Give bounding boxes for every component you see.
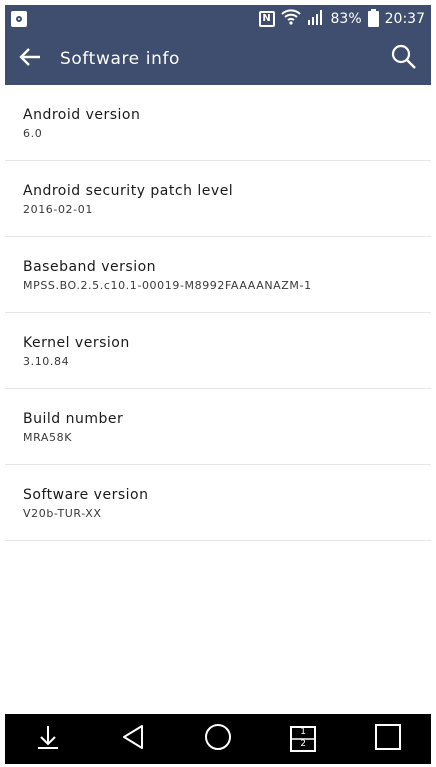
arrow-left-icon xyxy=(18,47,42,71)
wifi-icon xyxy=(280,9,301,29)
item-value: V20b-TUR-XX xyxy=(23,507,102,520)
nav-home-button[interactable] xyxy=(188,714,248,764)
page-title: Software info xyxy=(60,49,181,69)
list-item-software-version[interactable]: Software version V20b-TUR-XX xyxy=(5,465,431,541)
home-icon xyxy=(204,723,232,755)
signal-icon xyxy=(307,9,325,29)
item-value: 3.10.84 xyxy=(23,355,70,368)
nav-back-button[interactable] xyxy=(103,714,163,764)
dual-window-label-bottom: 2 xyxy=(300,739,307,749)
nav-dual-window-button[interactable]: 1 2 xyxy=(273,714,333,764)
item-title: Build number xyxy=(23,411,124,427)
notification-pull-icon xyxy=(35,724,61,754)
item-value: MRA58K xyxy=(23,431,73,444)
item-value: 2016-02-01 xyxy=(23,203,93,216)
nfc-icon: N xyxy=(258,11,275,27)
item-title: Baseband version xyxy=(23,259,157,275)
search-button[interactable] xyxy=(377,33,431,85)
list-item-baseband-version[interactable]: Baseband version MPSS.BO.2.5.c10.1-00019… xyxy=(5,237,431,313)
dual-window-icon: 1 2 xyxy=(290,726,317,752)
status-bar: N 83% 20:37 xyxy=(5,5,431,33)
list-item-kernel-version[interactable]: Kernel version 3.10.84 xyxy=(5,313,431,389)
list-item-security-patch[interactable]: Android security patch level 2016-02-01 xyxy=(5,161,431,237)
search-icon xyxy=(391,44,417,74)
item-title: Android version xyxy=(23,107,141,123)
navigation-bar: 1 2 xyxy=(5,714,431,764)
list-item-android-version[interactable]: Android version 6.0 xyxy=(5,85,431,161)
item-title: Android security patch level xyxy=(23,183,234,199)
info-list: Android version 6.0 Android security pat… xyxy=(5,85,431,541)
status-time: 20:37 xyxy=(384,11,425,27)
screen: N 83% 20:37 Software info Android versio… xyxy=(0,0,436,767)
battery-percent: 83% xyxy=(330,11,362,27)
item-title: Kernel version xyxy=(23,335,130,351)
nav-recents-button[interactable] xyxy=(358,714,418,764)
battery-icon xyxy=(367,9,379,27)
notification-pull-button[interactable] xyxy=(18,714,78,764)
toolbar: Software info xyxy=(5,33,431,85)
item-value: MPSS.BO.2.5.c10.1-00019-M8992FAAAANAZM-1 xyxy=(23,279,312,292)
recents-icon xyxy=(375,724,402,754)
item-value: 6.0 xyxy=(23,127,43,140)
back-icon xyxy=(121,724,145,754)
list-item-build-number[interactable]: Build number MRA58K xyxy=(5,389,431,465)
item-title: Software version xyxy=(23,487,149,503)
dual-window-label-top: 1 xyxy=(300,727,307,737)
q-app-icon xyxy=(11,11,27,27)
back-button[interactable] xyxy=(5,33,55,85)
